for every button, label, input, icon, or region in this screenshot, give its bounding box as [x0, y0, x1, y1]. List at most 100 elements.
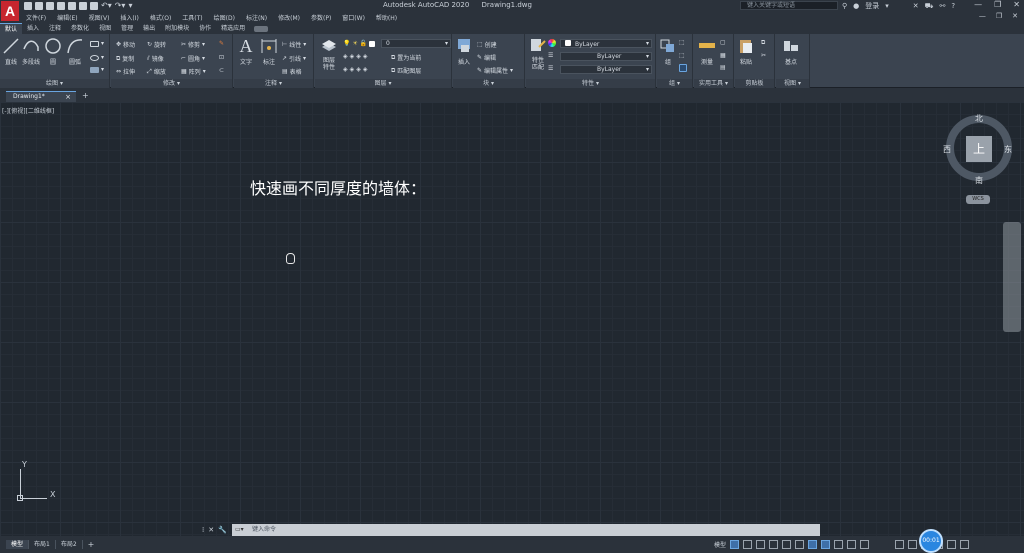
panel-block-label[interactable]: 块 ▾	[453, 79, 524, 88]
drawing-area[interactable]	[0, 102, 1024, 536]
add-layout-button[interactable]: +	[88, 540, 95, 549]
linear-button[interactable]: ⊢ 线性 ▾	[282, 40, 306, 49]
polar-tracking-icon[interactable]	[782, 540, 792, 549]
bulb-icon[interactable]: 💡	[343, 40, 350, 47]
menu-format[interactable]: 格式(O)	[150, 13, 171, 22]
layer-on-icon[interactable]: ◈	[343, 66, 348, 73]
doc-restore-icon[interactable]: ❐	[996, 12, 1002, 20]
gear-icon[interactable]	[908, 540, 918, 549]
menu-dimension[interactable]: 标注(N)	[246, 13, 267, 22]
line-button[interactable]: 直线	[2, 37, 20, 66]
unlock-icon[interactable]: 🔓	[360, 40, 367, 47]
layer-thaw-icon[interactable]: ◈	[356, 66, 361, 73]
command-prompt-icon[interactable]: ▭▾	[235, 526, 244, 533]
doc-close-icon[interactable]: ✕	[1012, 12, 1018, 20]
annotation-scale-icon[interactable]	[860, 540, 870, 549]
match-layer-button[interactable]: ⧉ 匹配图层	[391, 66, 421, 76]
paste-button[interactable]: 粘贴	[737, 37, 755, 66]
file-tab-drawing1[interactable]: Drawing1* ×	[6, 91, 76, 102]
command-input[interactable]: 键入命令	[232, 524, 820, 536]
minimize-icon[interactable]: —	[974, 0, 982, 9]
layer-freeze-icon[interactable]: ◈	[356, 53, 361, 60]
saveas-icon[interactable]	[57, 2, 65, 10]
app-logo[interactable]: A	[1, 1, 19, 21]
rectangle-icon[interactable]: ▾	[90, 40, 104, 47]
compass-north[interactable]: 北	[975, 113, 983, 124]
panel-draw-label[interactable]: 绘图 ▾	[0, 79, 109, 88]
menu-file[interactable]: 文件(F)	[26, 13, 46, 22]
trim-button[interactable]: ✂ 修剪 ▾	[181, 40, 205, 49]
table-button[interactable]: ▤ 表格	[282, 67, 302, 76]
save-icon[interactable]	[46, 2, 54, 10]
panel-annotation-label[interactable]: 注释 ▾	[234, 79, 313, 88]
fullscreen-icon[interactable]	[947, 540, 957, 549]
tab-featured-apps[interactable]: 精选应用	[216, 23, 250, 34]
menu-modify[interactable]: 修改(M)	[278, 13, 300, 22]
menu-edit[interactable]: 编辑(E)	[57, 13, 77, 22]
group-button[interactable]: 组	[659, 37, 677, 66]
close-icon[interactable]: ✕	[1013, 0, 1020, 9]
layer-isolate-icon[interactable]: ◈	[350, 53, 355, 60]
panel-modify-label[interactable]: 修改 ▾	[111, 79, 232, 88]
customize-qat-icon[interactable]: ▾	[128, 2, 132, 10]
menu-view[interactable]: 视图(V)	[89, 13, 110, 22]
doc-minimize-icon[interactable]: —	[979, 12, 986, 20]
id-point-icon[interactable]: ▤	[720, 64, 726, 71]
ellipse-icon[interactable]: ▾	[90, 54, 104, 61]
tab-addins[interactable]: 附加模块	[160, 23, 194, 34]
maximize-icon[interactable]: ❐	[994, 0, 1001, 9]
viewport-controls[interactable]: [-][俯视][二维线框]	[2, 106, 54, 115]
cut-icon[interactable]: ✂	[761, 52, 766, 59]
panel-clipboard-label[interactable]: 剪贴板	[735, 79, 774, 88]
menu-draw[interactable]: 绘图(D)	[214, 13, 235, 22]
panel-layers-label[interactable]: 图层 ▾	[315, 79, 451, 88]
group-select-icon[interactable]	[679, 64, 687, 72]
compass-south[interactable]: 南	[975, 175, 983, 186]
undo-icon[interactable]: ↶▾	[101, 2, 112, 10]
recording-timer-badge[interactable]: 00:01	[919, 529, 943, 553]
fillet-button[interactable]: ⌐ 圆角 ▾	[181, 54, 205, 63]
arc-button[interactable]: 圆弧	[66, 37, 84, 66]
move-button[interactable]: ✥ 移动	[116, 40, 135, 49]
isodraft-icon[interactable]	[795, 540, 805, 549]
scale-button[interactable]: ⤢ 缩放	[147, 67, 166, 77]
layer-dropdown[interactable]: 0	[381, 39, 451, 48]
panel-groups-label[interactable]: 组 ▾	[657, 79, 692, 88]
transparency-icon[interactable]	[847, 540, 857, 549]
sun-icon[interactable]: ☀	[352, 40, 357, 47]
viewcube[interactable]: 上	[966, 136, 992, 162]
rotate-button[interactable]: ↻ 旋转	[147, 40, 166, 49]
text-button[interactable]: A 文字	[237, 37, 255, 66]
plot-icon[interactable]	[90, 2, 98, 10]
menu-window[interactable]: 窗口(W)	[342, 13, 365, 22]
layout-tab-1[interactable]: 布局1	[29, 540, 56, 549]
workspace-switch-icon[interactable]	[895, 540, 905, 549]
navigation-bar[interactable]	[1003, 222, 1021, 332]
circle-button[interactable]: 圆	[44, 37, 62, 66]
polyline-button[interactable]: 多段线	[22, 37, 40, 66]
lineweight-toggle-icon[interactable]	[834, 540, 844, 549]
cart-icon[interactable]: ⛟	[925, 2, 934, 11]
help-icon[interactable]: ?	[951, 2, 955, 10]
create-block-button[interactable]: ⬚ 创建	[477, 40, 497, 49]
close-tab-icon[interactable]: ×	[65, 92, 71, 102]
wcs-menu[interactable]: WCS	[966, 195, 990, 204]
make-current-button[interactable]: ⧉ 置为当前	[391, 53, 421, 63]
quick-select-icon[interactable]: ▢	[720, 39, 726, 46]
ribbon-toggle-icon[interactable]	[254, 25, 269, 32]
calculator-icon[interactable]: ▦	[720, 52, 726, 59]
binoculars-icon[interactable]: ⚲	[842, 2, 847, 10]
chevron-down-icon[interactable]: ▾	[885, 2, 889, 10]
copy-clip-icon[interactable]: ⧉	[761, 39, 765, 47]
tab-collaborate[interactable]: 协作	[194, 23, 216, 34]
sign-in-button[interactable]: 登录	[865, 1, 879, 11]
user-icon[interactable]: ●	[853, 2, 859, 10]
panel-utilities-label[interactable]: 实用工具 ▾	[694, 79, 733, 88]
color-dropdown[interactable]: ByLayer	[560, 39, 652, 48]
customize-status-icon[interactable]	[960, 540, 970, 549]
tab-view[interactable]: 视图	[94, 23, 116, 34]
explode-icon[interactable]: ⊡	[219, 54, 224, 61]
redo-icon[interactable]: ↷▾	[115, 2, 126, 10]
tab-annotate[interactable]: 注释	[44, 23, 66, 34]
layer-lock-icon[interactable]: ◈	[363, 53, 368, 60]
